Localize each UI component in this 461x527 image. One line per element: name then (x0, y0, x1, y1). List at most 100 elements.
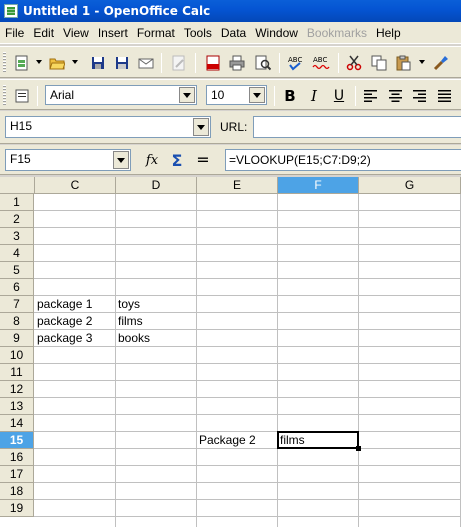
edit-file-icon[interactable] (170, 54, 188, 72)
url-label: URL: (220, 120, 248, 134)
hyperlink-target-value: H15 (10, 119, 33, 133)
font-name-box[interactable]: Arial (45, 85, 197, 105)
row-header-2[interactable]: 2 (0, 211, 34, 228)
row-gridline (34, 414, 461, 415)
row-header-4[interactable]: 4 (0, 245, 34, 262)
new-document-icon[interactable] (13, 54, 31, 72)
menu-help[interactable]: Help (372, 26, 405, 40)
paste-icon[interactable] (394, 54, 412, 72)
column-header-e[interactable]: E (197, 177, 278, 194)
row-header-12[interactable]: 12 (0, 381, 34, 398)
font-size-value: 10 (211, 88, 225, 102)
styles-formatting-icon[interactable] (13, 87, 31, 105)
clone-formatting-icon[interactable] (432, 54, 450, 72)
menu-edit[interactable]: Edit (29, 26, 58, 40)
cell-d7[interactable]: toys (116, 296, 197, 313)
new-dropdown-icon[interactable] (36, 60, 42, 64)
justify-icon[interactable] (436, 87, 454, 105)
row-header-9[interactable]: 9 (0, 330, 34, 347)
row-gridline (34, 261, 461, 262)
row-header-6[interactable]: 6 (0, 279, 34, 296)
row-gridline (34, 244, 461, 245)
save-icon[interactable] (89, 54, 107, 72)
italic-icon[interactable]: I (305, 87, 323, 105)
underline-icon[interactable]: U (330, 87, 348, 105)
menu-window[interactable]: Window (251, 26, 302, 40)
font-name-value: Arial (50, 88, 75, 102)
toolbar-separator (274, 86, 275, 106)
column-header-d[interactable]: D (116, 177, 197, 194)
function-equals-icon[interactable]: = (194, 150, 212, 169)
cell-c9[interactable]: package 3 (35, 330, 116, 347)
row-header-3[interactable]: 3 (0, 228, 34, 245)
email-icon[interactable] (137, 54, 155, 72)
cell-e15[interactable]: Package 2 (197, 432, 278, 449)
cell-d9[interactable]: books (116, 330, 197, 347)
row-header-7[interactable]: 7 (0, 296, 34, 313)
row-header-19[interactable]: 19 (0, 500, 34, 517)
column-header-c[interactable]: C (35, 177, 116, 194)
cut-icon[interactable] (345, 54, 363, 72)
formatting-toolbar: Arial 10 B I U (0, 79, 461, 110)
hyperlink-bar: H15 URL: (0, 111, 461, 144)
toolbar-separator (355, 86, 356, 106)
row-header-1[interactable]: 1 (0, 194, 34, 211)
fill-handle[interactable] (356, 446, 361, 451)
row-header-14[interactable]: 14 (0, 415, 34, 432)
font-size-box[interactable]: 10 (206, 85, 267, 105)
menu-bookmarks[interactable]: Bookmarks (303, 26, 371, 40)
copy-icon[interactable] (370, 54, 388, 72)
cell-c7[interactable]: package 1 (35, 296, 116, 313)
save-as-icon[interactable] (113, 54, 131, 72)
toolbar-grip[interactable] (3, 85, 6, 106)
row-header-17[interactable]: 17 (0, 466, 34, 483)
row-gridline (34, 516, 461, 517)
menu-tools[interactable]: Tools (180, 26, 216, 40)
row-header-18[interactable]: 18 (0, 483, 34, 500)
menu-insert[interactable]: Insert (94, 26, 132, 40)
sum-icon[interactable]: Σ (168, 151, 186, 170)
row-header-13[interactable]: 13 (0, 398, 34, 415)
align-right-icon[interactable] (411, 87, 429, 105)
align-center-icon[interactable] (387, 87, 405, 105)
bold-icon[interactable]: B (281, 87, 299, 105)
menu-data[interactable]: Data (217, 26, 250, 40)
cell-d8[interactable]: films (116, 313, 197, 330)
row-header-11[interactable]: 11 (0, 364, 34, 381)
autospellcheck-icon[interactable]: ABC (312, 54, 330, 72)
name-box[interactable]: F15 (5, 149, 131, 171)
row-header-8[interactable]: 8 (0, 313, 34, 330)
row-header-5[interactable]: 5 (0, 262, 34, 279)
menu-view[interactable]: View (59, 26, 93, 40)
spellcheck-icon[interactable]: ABC (287, 54, 305, 72)
export-pdf-icon[interactable] (204, 54, 222, 72)
toolbar-separator (279, 53, 280, 73)
row-header-10[interactable]: 10 (0, 347, 34, 364)
paste-dropdown-icon[interactable] (419, 60, 425, 64)
hyperlink-target-dropdown-icon[interactable] (193, 118, 209, 136)
column-header-f[interactable]: F (278, 177, 359, 194)
menu-file[interactable]: File (1, 26, 28, 40)
menu-format[interactable]: Format (133, 26, 179, 40)
open-dropdown-icon[interactable] (72, 60, 78, 64)
name-box-dropdown-icon[interactable] (113, 151, 129, 169)
print-icon[interactable] (228, 54, 246, 72)
column-header-g[interactable]: G (359, 177, 461, 194)
function-wizard-icon[interactable]: 𝑓x (143, 151, 161, 169)
formula-input[interactable]: =VLOOKUP(E15;C7:D9;2) (225, 149, 461, 171)
page-preview-icon[interactable] (254, 54, 272, 72)
calc-app-icon (4, 4, 18, 18)
spreadsheet-grid[interactable]: C D E F G 1 2 3 4 5 6 7 8 9 10 11 12 13 14 15 16 17 18 19 packag… (0, 177, 461, 527)
toolbar-separator (195, 53, 196, 73)
font-size-dropdown-icon[interactable] (249, 87, 265, 103)
row-header-16[interactable]: 16 (0, 449, 34, 466)
url-input[interactable] (253, 116, 461, 138)
align-left-icon[interactable] (362, 87, 380, 105)
cell-c8[interactable]: package 2 (35, 313, 116, 330)
font-name-dropdown-icon[interactable] (179, 87, 195, 103)
row-header-15[interactable]: 15 (0, 432, 34, 449)
select-all-corner[interactable] (0, 177, 35, 194)
open-folder-icon[interactable] (48, 54, 66, 72)
hyperlink-target-box[interactable]: H15 (5, 116, 211, 138)
toolbar-grip[interactable] (3, 52, 6, 73)
